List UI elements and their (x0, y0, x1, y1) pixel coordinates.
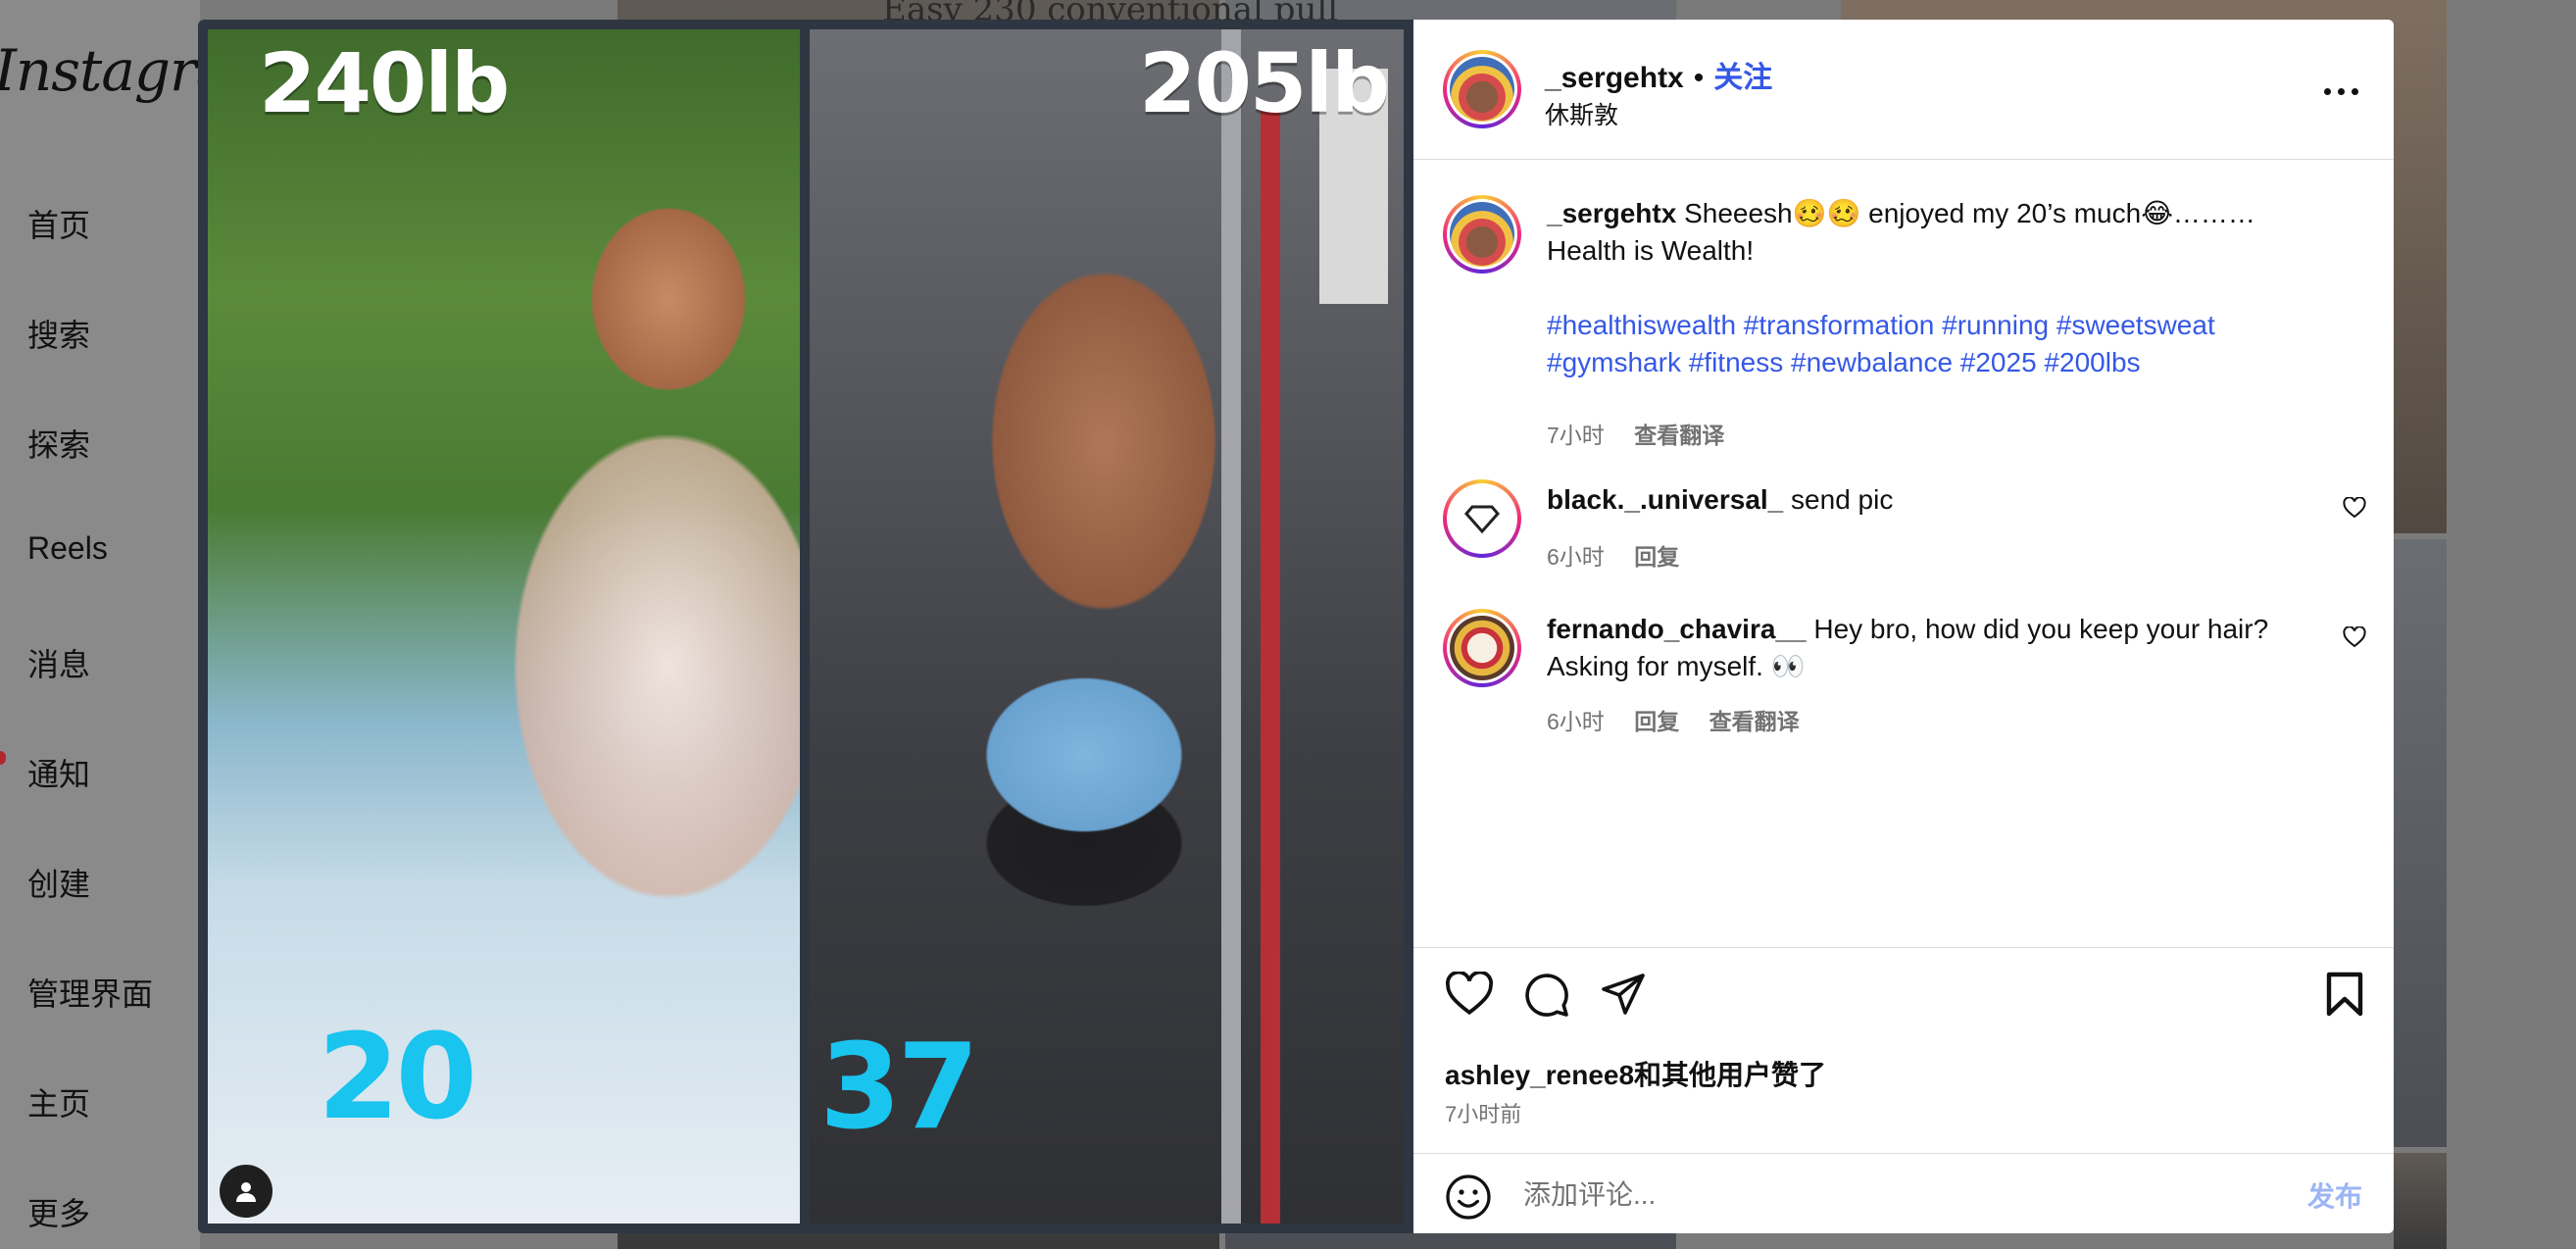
sidebar-item-profile[interactable]: 主页 (27, 1079, 90, 1124)
user-icon[interactable] (220, 1165, 272, 1218)
more-icon[interactable] (2324, 88, 2358, 95)
likes-summary[interactable]: ashley_renee8和其他用户赞了 (1445, 1054, 1826, 1093)
separator-dot: • (1693, 62, 1705, 94)
comment-text: fernando_chavira__ Hey bro, how did you … (1547, 611, 2321, 685)
reply-button[interactable]: 回复 (1634, 709, 1679, 734)
send-icon[interactable] (1600, 972, 1647, 1022)
after-photo: 205lb 37 (810, 29, 1404, 1224)
notification-indicator (0, 751, 6, 765)
heart-icon[interactable] (1445, 970, 1494, 1022)
heart-icon[interactable] (2343, 496, 2366, 524)
comment-time[interactable]: 6小时 (1547, 709, 1605, 734)
sidebar-item-create[interactable]: 创建 (27, 860, 90, 905)
gym-rack (1261, 108, 1280, 1224)
gym-rack (1221, 29, 1241, 1224)
sidebar-item-more[interactable]: 更多 (27, 1189, 90, 1234)
post-location[interactable]: 休斯敦 (1545, 96, 1618, 131)
caption-translate-button[interactable]: 查看翻译 (1634, 423, 1724, 448)
sidebar-item-dashboard[interactable]: 管理界面 (27, 970, 153, 1015)
sidebar-item-notifications[interactable]: 通知 (27, 750, 90, 795)
comment-meta: 6小时 回复 查看翻译 (1547, 703, 1800, 736)
comment-username[interactable]: fernando_chavira__ (1547, 614, 1807, 644)
background-tile (2394, 539, 2447, 1147)
add-comment-bar: 发布 (1413, 1153, 2394, 1233)
background-tile (2394, 1153, 2447, 1249)
post-time[interactable]: 7小时前 (1445, 1097, 1521, 1128)
before-age-label: 20 (318, 1010, 477, 1146)
caption-avatar[interactable] (1443, 195, 1521, 274)
after-weight-label: 205lb (1139, 35, 1390, 131)
caption-hashtags-line2[interactable]: #gymshark #fitness #newbalance #2025 #20… (1547, 347, 2141, 377)
avatar (1450, 616, 1514, 680)
sidebar-item-search[interactable]: 搜索 (27, 311, 90, 356)
author-avatar[interactable] (1443, 50, 1521, 128)
before-weight-label: 240lb (259, 35, 510, 131)
comment-icon[interactable] (1523, 972, 1570, 1024)
comment-username[interactable]: black._.universal_ (1547, 484, 1783, 515)
author-username[interactable]: _sergehtx (1545, 62, 1684, 94)
comment-time[interactable]: 6小时 (1547, 544, 1605, 570)
post-actions: ashley_renee8和其他用户赞了 7小时前 (1413, 947, 2394, 1154)
avatar (1450, 57, 1514, 122)
post-side-panel: _sergehtx • 关注 休斯敦 _sergehtx Sheeesh🥴🥴 enj… (1413, 20, 2394, 1233)
media-border (198, 1224, 1413, 1233)
post-header: _sergehtx • 关注 休斯敦 (1413, 20, 2394, 160)
sidebar-item-messages[interactable]: 消息 (27, 640, 90, 685)
before-photo: 240lb 20 (208, 29, 800, 1224)
reply-button[interactable]: 回复 (1634, 544, 1679, 570)
after-age-label: 37 (819, 1020, 979, 1156)
avatar (1450, 486, 1514, 551)
comment-avatar[interactable] (1443, 609, 1521, 687)
post-media[interactable]: 240lb 20 205lb 37 (198, 20, 1413, 1233)
liker-username[interactable]: ashley_renee8 (1445, 1060, 1634, 1090)
comment-input[interactable] (1521, 1168, 2211, 1223)
follow-button[interactable]: 关注 (1713, 62, 1772, 94)
comments-list: _sergehtx Sheeesh🥴🥴 enjoyed my 20’s much… (1413, 160, 2394, 946)
avatar (1450, 202, 1514, 267)
comment-translate-button[interactable]: 查看翻译 (1709, 709, 1800, 734)
post-comment-button[interactable]: 发布 (2307, 1175, 2362, 1215)
comment-body: send pic (1791, 484, 1894, 515)
bookmark-icon[interactable] (2325, 972, 2364, 1022)
sidebar: Instagram 首页 搜索 探索 Reels 消息 通知 创建 管理界面 主… (0, 0, 200, 1249)
comment-avatar[interactable] (1443, 479, 1521, 558)
sidebar-item-reels[interactable]: Reels (27, 530, 108, 567)
heart-icon[interactable] (2343, 625, 2366, 653)
emoji-icon[interactable] (1445, 1174, 1492, 1225)
caption-text: _sergehtx Sheeesh🥴🥴 enjoyed my 20’s much… (1547, 195, 2321, 381)
comment-text: black._.universal_ send pic (1547, 481, 2321, 519)
caption-hashtags-line1[interactable]: #healthiswealth #transformation #running… (1547, 310, 2215, 340)
caption-meta: 7小时 查看翻译 (1547, 417, 1724, 450)
sidebar-item-explore[interactable]: 探索 (27, 421, 90, 466)
sidebar-item-home[interactable]: 首页 (27, 201, 90, 246)
likes-suffix[interactable]: 和其他用户赞了 (1634, 1060, 1826, 1090)
comment-meta: 6小时 回复 (1547, 538, 1679, 572)
caption-username[interactable]: _sergehtx (1547, 198, 1676, 228)
caption-time[interactable]: 7小时 (1547, 423, 1605, 448)
instagram-logo[interactable]: Instagram (0, 37, 200, 104)
post-modal: 240lb 20 205lb 37 _sergehtx • 关注 休斯敦 _se… (198, 20, 2394, 1233)
